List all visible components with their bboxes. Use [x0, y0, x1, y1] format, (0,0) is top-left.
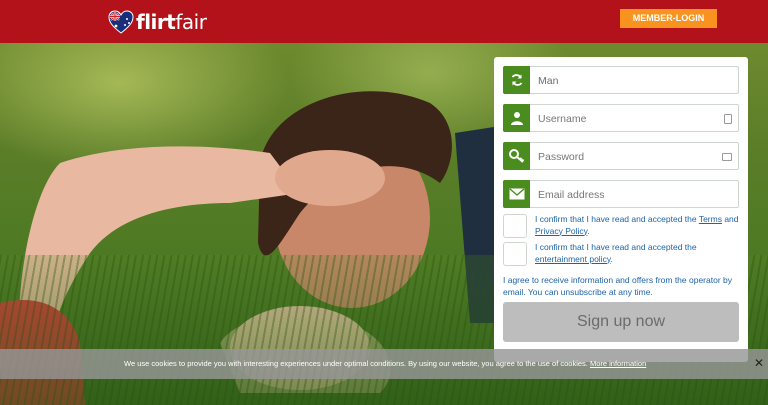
email-input[interactable] [538, 185, 718, 204]
registration-form: I confirm that I have read and accepted … [494, 57, 748, 362]
refresh-icon [503, 66, 530, 94]
terms-checkbox-row: I confirm that I have read and accepted … [503, 214, 739, 238]
entertainment-text-prefix: I confirm that I have read and accepted … [535, 242, 697, 252]
autofill-icon [724, 114, 732, 124]
site-logo[interactable]: flirtfair [108, 10, 207, 34]
entertainment-checkbox-row: I confirm that I have read and accepted … [503, 242, 739, 266]
site-header: flirtfair MEMBER-LOGIN [0, 0, 768, 43]
terms-text: I confirm that I have read and accepted … [535, 214, 739, 238]
password-manager-icon [722, 153, 732, 161]
terms-text-and: and [721, 214, 739, 224]
terms-link[interactable]: Terms [699, 214, 722, 224]
password-input[interactable] [538, 147, 718, 166]
cookie-banner: We use cookies to provide you with inter… [0, 349, 768, 379]
envelope-icon [503, 180, 530, 208]
close-icon[interactable]: ✕ [753, 357, 765, 369]
entertainment-policy-link[interactable]: entertainment policy [535, 254, 610, 264]
entertainment-text-suffix: . [610, 253, 613, 264]
australia-heart-icon [108, 10, 134, 34]
key-icon [503, 142, 530, 170]
email-field[interactable] [503, 180, 739, 208]
gender-select[interactable] [503, 66, 739, 94]
sign-up-button[interactable]: Sign up now [503, 302, 739, 342]
logo-text-thin: fair [175, 10, 207, 34]
more-information-link[interactable]: More information [590, 359, 646, 368]
entertainment-checkbox[interactable] [503, 242, 527, 266]
entertainment-text: I confirm that I have read and accepted … [535, 242, 739, 266]
logo-text: flirtfair [136, 10, 207, 34]
privacy-policy-link[interactable]: Privacy Policy [535, 226, 587, 236]
logo-text-bold: flirt [136, 10, 176, 34]
member-login-button[interactable]: MEMBER-LOGIN [620, 9, 717, 28]
username-input[interactable] [538, 109, 718, 128]
terms-text-prefix: I confirm that I have read and accepted … [535, 214, 699, 224]
email-consent-text: I agree to receive information and offer… [503, 275, 732, 297]
terms-text-suffix: . [587, 225, 590, 236]
user-icon [503, 104, 530, 132]
username-field[interactable] [503, 104, 739, 132]
terms-checkbox[interactable] [503, 214, 527, 238]
cookie-text: We use cookies to provide you with inter… [124, 359, 646, 368]
gender-value[interactable] [538, 71, 718, 90]
cookie-message: We use cookies to provide you with inter… [124, 359, 590, 368]
password-field[interactable] [503, 142, 739, 170]
